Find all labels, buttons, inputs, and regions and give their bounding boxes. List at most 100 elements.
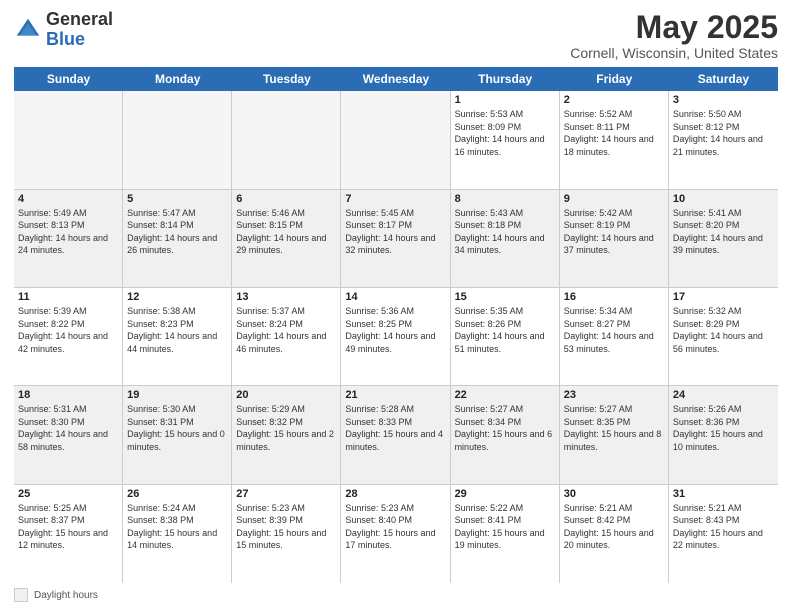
day-info: Sunrise: 5:27 AM Sunset: 8:35 PM Dayligh… [564, 403, 664, 453]
day-info: Sunrise: 5:38 AM Sunset: 8:23 PM Dayligh… [127, 305, 227, 355]
day-number: 2 [564, 94, 664, 106]
day-cell-5: 5Sunrise: 5:47 AM Sunset: 8:14 PM Daylig… [123, 190, 232, 287]
day-cell-28: 28Sunrise: 5:23 AM Sunset: 8:40 PM Dayli… [341, 485, 450, 583]
logo: General Blue [14, 10, 113, 50]
day-info: Sunrise: 5:27 AM Sunset: 8:34 PM Dayligh… [455, 403, 555, 453]
weekday-header-monday: Monday [123, 67, 232, 91]
day-info: Sunrise: 5:42 AM Sunset: 8:19 PM Dayligh… [564, 207, 664, 257]
day-number: 31 [673, 488, 774, 500]
calendar-body: 1 Sunrise: 5:53 AM Sunset: 8:09 PM Daylig… [14, 91, 778, 583]
day-cell-11: 11Sunrise: 5:39 AM Sunset: 8:22 PM Dayli… [14, 288, 123, 385]
day-cell-25: 25 Sunrise: 5:25 AM Sunset: 8:37 PM Dayli… [14, 485, 123, 583]
calendar-week-3: 11Sunrise: 5:39 AM Sunset: 8:22 PM Dayli… [14, 288, 778, 386]
day-cell-29: 29 Sunrise: 5:22 AM Sunset: 8:41 PM Dayli… [451, 485, 560, 583]
day-cell-19: 19Sunrise: 5:30 AM Sunset: 8:31 PM Dayli… [123, 386, 232, 483]
day-number: 6 [236, 193, 336, 205]
day-info: Sunrise: 5:25 AM Sunset: 8:37 PM Dayligh… [18, 502, 118, 552]
day-cell-30: 30 Sunrise: 5:21 AM Sunset: 8:42 PM Dayli… [560, 485, 669, 583]
day-number: 29 [455, 488, 555, 500]
day-cell-16: 16Sunrise: 5:34 AM Sunset: 8:27 PM Dayli… [560, 288, 669, 385]
day-number: 27 [236, 488, 336, 500]
logo-icon [14, 16, 42, 44]
day-info: Sunrise: 5:53 AM Sunset: 8:09 PM Dayligh… [455, 108, 555, 158]
day-info: Sunrise: 5:36 AM Sunset: 8:25 PM Dayligh… [345, 305, 445, 355]
calendar-week-4: 18 Sunrise: 5:31 AM Sunset: 8:30 PM Dayli… [14, 386, 778, 484]
day-cell-24: 24 Sunrise: 5:26 AM Sunset: 8:36 PM Dayli… [669, 386, 778, 483]
day-info: Sunrise: 5:52 AM Sunset: 8:11 PM Dayligh… [564, 108, 664, 158]
header: General Blue May 2025 Cornell, Wisconsin… [14, 10, 778, 61]
day-number: 21 [345, 389, 445, 401]
day-number: 25 [18, 488, 118, 500]
empty-cell [14, 91, 123, 188]
day-cell-4: 4 Sunrise: 5:49 AM Sunset: 8:13 PM Daylig… [14, 190, 123, 287]
empty-cell [341, 91, 450, 188]
day-info: Sunrise: 5:46 AM Sunset: 8:15 PM Dayligh… [236, 207, 336, 257]
day-cell-31: 31 Sunrise: 5:21 AM Sunset: 8:43 PM Dayli… [669, 485, 778, 583]
day-cell-23: 23 Sunrise: 5:27 AM Sunset: 8:35 PM Dayli… [560, 386, 669, 483]
weekday-header-wednesday: Wednesday [341, 67, 450, 91]
day-number: 8 [455, 193, 555, 205]
day-cell-6: 6 Sunrise: 5:46 AM Sunset: 8:15 PM Daylig… [232, 190, 341, 287]
day-info: Sunrise: 5:41 AM Sunset: 8:20 PM Dayligh… [673, 207, 774, 257]
day-number: 15 [455, 291, 555, 303]
day-info: Sunrise: 5:23 AM Sunset: 8:40 PM Dayligh… [345, 502, 445, 552]
title-block: May 2025 Cornell, Wisconsin, United Stat… [570, 10, 778, 61]
legend-label: Daylight hours [34, 590, 98, 601]
day-number: 23 [564, 389, 664, 401]
day-info: Sunrise: 5:21 AM Sunset: 8:43 PM Dayligh… [673, 502, 774, 552]
day-info: Sunrise: 5:28 AM Sunset: 8:33 PM Dayligh… [345, 403, 445, 453]
day-cell-18: 18 Sunrise: 5:31 AM Sunset: 8:30 PM Dayli… [14, 386, 123, 483]
weekday-header-thursday: Thursday [451, 67, 560, 91]
day-number: 18 [18, 389, 118, 401]
day-cell-21: 21 Sunrise: 5:28 AM Sunset: 8:33 PM Dayli… [341, 386, 450, 483]
day-cell-14: 14Sunrise: 5:36 AM Sunset: 8:25 PM Dayli… [341, 288, 450, 385]
empty-cell [123, 91, 232, 188]
day-number: 26 [127, 488, 227, 500]
location: Cornell, Wisconsin, United States [570, 45, 778, 61]
day-cell-26: 26 Sunrise: 5:24 AM Sunset: 8:38 PM Dayli… [123, 485, 232, 583]
day-cell-8: 8 Sunrise: 5:43 AM Sunset: 8:18 PM Daylig… [451, 190, 560, 287]
calendar-week-1: 1 Sunrise: 5:53 AM Sunset: 8:09 PM Daylig… [14, 91, 778, 189]
day-info: Sunrise: 5:37 AM Sunset: 8:24 PM Dayligh… [236, 305, 336, 355]
day-info: Sunrise: 5:45 AM Sunset: 8:17 PM Dayligh… [345, 207, 445, 257]
day-number: 4 [18, 193, 118, 205]
day-number: 7 [345, 193, 445, 205]
day-number: 16 [564, 291, 664, 303]
day-number: 5 [127, 193, 227, 205]
day-number: 30 [564, 488, 664, 500]
legend-box [14, 588, 28, 602]
day-number: 3 [673, 94, 774, 106]
legend: Daylight hours [14, 588, 778, 602]
day-info: Sunrise: 5:22 AM Sunset: 8:41 PM Dayligh… [455, 502, 555, 552]
day-cell-2: 2 Sunrise: 5:52 AM Sunset: 8:11 PM Daylig… [560, 91, 669, 188]
empty-cell [232, 91, 341, 188]
day-info: Sunrise: 5:26 AM Sunset: 8:36 PM Dayligh… [673, 403, 774, 453]
month-title: May 2025 [570, 10, 778, 45]
day-info: Sunrise: 5:21 AM Sunset: 8:42 PM Dayligh… [564, 502, 664, 552]
day-cell-13: 13 Sunrise: 5:37 AM Sunset: 8:24 PM Dayli… [232, 288, 341, 385]
day-info: Sunrise: 5:24 AM Sunset: 8:38 PM Dayligh… [127, 502, 227, 552]
day-number: 20 [236, 389, 336, 401]
day-number: 24 [673, 389, 774, 401]
weekday-header-saturday: Saturday [669, 67, 778, 91]
page: General Blue May 2025 Cornell, Wisconsin… [0, 0, 792, 612]
calendar-week-2: 4 Sunrise: 5:49 AM Sunset: 8:13 PM Daylig… [14, 190, 778, 288]
calendar-week-5: 25 Sunrise: 5:25 AM Sunset: 8:37 PM Dayli… [14, 485, 778, 583]
calendar: SundayMondayTuesdayWednesdayThursdayFrid… [14, 67, 778, 583]
day-info: Sunrise: 5:49 AM Sunset: 8:13 PM Dayligh… [18, 207, 118, 257]
weekday-header-friday: Friday [560, 67, 669, 91]
weekday-header-sunday: Sunday [14, 67, 123, 91]
day-info: Sunrise: 5:35 AM Sunset: 8:26 PM Dayligh… [455, 305, 555, 355]
day-cell-27: 27 Sunrise: 5:23 AM Sunset: 8:39 PM Dayli… [232, 485, 341, 583]
day-info: Sunrise: 5:43 AM Sunset: 8:18 PM Dayligh… [455, 207, 555, 257]
day-cell-7: 7 Sunrise: 5:45 AM Sunset: 8:17 PM Daylig… [341, 190, 450, 287]
day-cell-17: 17Sunrise: 5:32 AM Sunset: 8:29 PM Dayli… [669, 288, 778, 385]
day-number: 1 [455, 94, 555, 106]
day-info: Sunrise: 5:31 AM Sunset: 8:30 PM Dayligh… [18, 403, 118, 453]
day-number: 13 [236, 291, 336, 303]
day-info: Sunrise: 5:23 AM Sunset: 8:39 PM Dayligh… [236, 502, 336, 552]
day-info: Sunrise: 5:50 AM Sunset: 8:12 PM Dayligh… [673, 108, 774, 158]
day-info: Sunrise: 5:39 AM Sunset: 8:22 PM Dayligh… [18, 305, 118, 355]
calendar-header: SundayMondayTuesdayWednesdayThursdayFrid… [14, 67, 778, 91]
day-number: 9 [564, 193, 664, 205]
